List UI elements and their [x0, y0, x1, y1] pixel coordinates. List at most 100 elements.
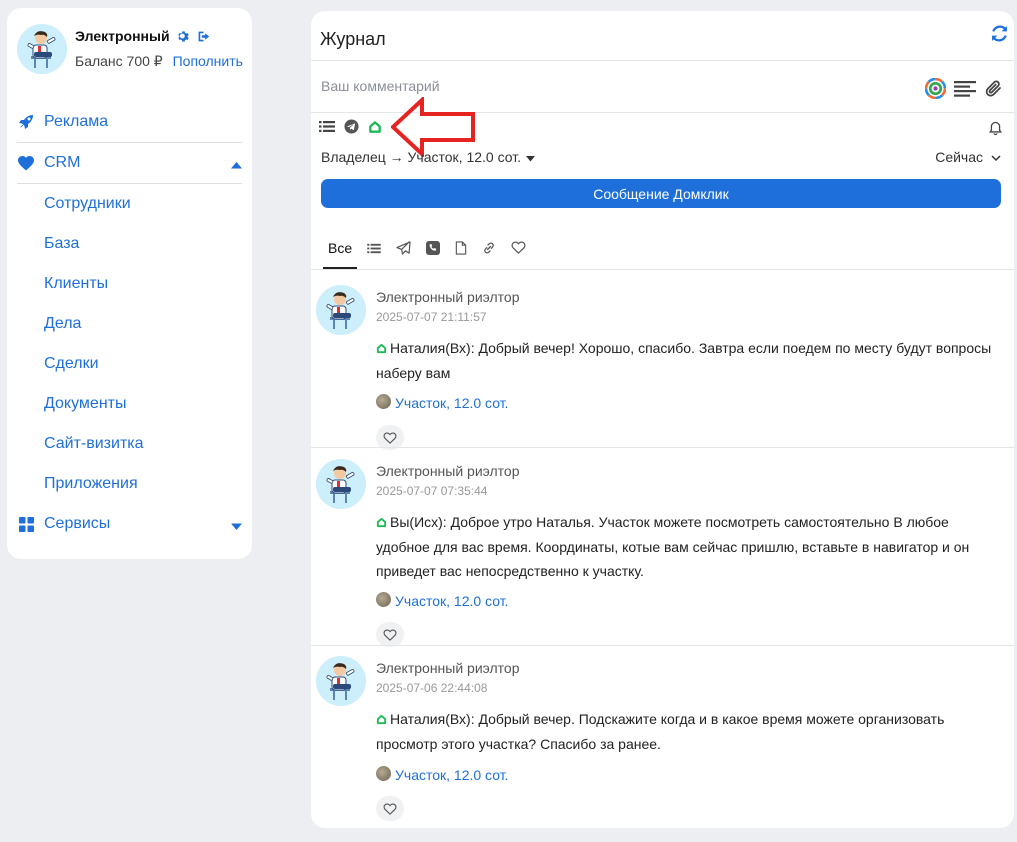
profile-name: Электронный: [75, 28, 170, 44]
list-icon[interactable]: [319, 120, 335, 138]
chatgpt-icon[interactable]: [924, 77, 947, 104]
time-label: Сейчас: [935, 149, 983, 165]
sidebar: Электронный Баланс 700 ₽ Пополнить Рекла…: [7, 8, 252, 559]
divider: [17, 183, 242, 184]
list-icon: [367, 241, 381, 257]
sidebar-item-employees[interactable]: Сотрудники: [44, 195, 131, 217]
heart-outline-icon: [383, 802, 397, 815]
tab-messages[interactable]: [391, 229, 416, 269]
caret-down-icon: [525, 149, 535, 165]
tab-all[interactable]: Все: [323, 229, 358, 269]
bell-icon[interactable]: [989, 121, 1002, 141]
telegram-icon[interactable]: [344, 119, 359, 139]
domclick-icon: [376, 337, 387, 361]
object-link-label: Участок, 12.0 сот.: [395, 395, 509, 411]
heart-icon: [17, 154, 35, 172]
domclick-icon: [376, 708, 387, 732]
avatar: [316, 285, 366, 335]
comment-tools: [924, 77, 1004, 104]
entry-author: Электронный риэлтор: [376, 289, 520, 305]
domclick-icon[interactable]: [368, 120, 382, 139]
link-icon: [482, 241, 496, 258]
entry-object-link[interactable]: Участок, 12.0 сот.: [376, 393, 509, 411]
text-align-icon[interactable]: [954, 80, 976, 103]
refresh-icon[interactable]: [991, 25, 1008, 47]
chevron-down-icon: [991, 149, 1001, 165]
time-selector[interactable]: Сейчас: [935, 149, 1001, 165]
journal-entry: Электронный риэлтор 2025-07-07 21:11:57 …: [311, 285, 1014, 450]
chevron-down-icon: [231, 517, 242, 535]
heart-outline-icon: [383, 628, 397, 641]
filter-tabs: Все: [323, 229, 536, 269]
sidebar-item-documents[interactable]: Документы: [44, 395, 126, 417]
entry-message: Наталия(Вх): Добрый вечер! Хорошо, спаси…: [376, 336, 1006, 385]
file-icon: [455, 240, 467, 258]
tab-calls[interactable]: [421, 229, 445, 269]
sidebar-item-apps[interactable]: Приложения: [44, 475, 138, 497]
sidebar-item-base[interactable]: База: [44, 235, 79, 257]
entry-object-link[interactable]: Участок, 12.0 сот.: [376, 591, 509, 609]
like-button[interactable]: [376, 622, 404, 647]
tab-links[interactable]: [477, 229, 501, 269]
object-link-label: Участок, 12.0 сот.: [395, 593, 509, 609]
sidebar-item-ads[interactable]: Реклама: [17, 102, 242, 142]
divider: [311, 447, 1014, 448]
divider: [311, 645, 1014, 646]
paper-plane-icon: [396, 240, 411, 258]
rocket-icon: [17, 113, 35, 131]
gear-icon[interactable]: [177, 30, 190, 43]
tab-list[interactable]: [362, 229, 386, 269]
route-selector[interactable]: Владелец → Участок, 12.0 сот.: [321, 149, 535, 165]
entry-author: Электронный риэлтор: [376, 660, 520, 676]
avatar: [316, 656, 366, 706]
entry-message-text: Наталия(Вх): Добрый вечер! Хорошо, спаси…: [376, 340, 992, 381]
logout-icon[interactable]: [197, 30, 210, 43]
entry-message: Вы(Исх): Доброе утро Наталья. Участок мо…: [376, 510, 1006, 583]
comment-input[interactable]: Ваш комментарий: [321, 78, 440, 94]
domclick-icon: [376, 511, 387, 535]
sidebar-item-crm[interactable]: CRM: [17, 143, 242, 183]
sidebar-item-tasks[interactable]: Дела: [44, 315, 81, 337]
sidebar-item-label: CRM: [44, 154, 81, 171]
sidebar-item-clients[interactable]: Клиенты: [44, 275, 108, 297]
balance: Баланс 700 ₽: [75, 53, 163, 69]
journal-panel: Журнал Ваш комментарий Владелец → Участо…: [311, 11, 1014, 828]
entry-time: 2025-07-06 22:44:08: [376, 681, 488, 695]
send-domclick-button[interactable]: Сообщение Домклик: [321, 179, 1001, 208]
sidebar-item-label: Реклама: [44, 113, 109, 130]
entry-message-text: Наталия(Вх): Добрый вечер. Подскажите ко…: [376, 711, 945, 752]
sidebar-item-website[interactable]: Сайт-визитка: [44, 435, 144, 457]
journal-entry: Электронный риэлтор 2025-07-06 22:44:08 …: [311, 656, 1014, 826]
paperclip-icon[interactable]: [984, 79, 1004, 104]
object-thumbnail: [376, 765, 391, 781]
heart-outline-icon: [383, 431, 397, 444]
annotation-arrow-icon: [391, 97, 475, 157]
entry-message-text: Вы(Исх): Доброе утро Наталья. Участок мо…: [376, 514, 970, 579]
page-title: Журнал: [320, 29, 386, 49]
phone-icon: [426, 240, 441, 258]
tab-favorites[interactable]: [506, 229, 531, 269]
tab-documents[interactable]: [450, 229, 472, 269]
grid-icon: [17, 515, 35, 533]
journal-entry: Электронный риэлтор 2025-07-07 07:35:44 …: [311, 459, 1014, 647]
entry-object-link[interactable]: Участок, 12.0 сот.: [376, 765, 509, 783]
avatar[interactable]: [17, 24, 67, 74]
topup-link[interactable]: Пополнить: [173, 53, 243, 69]
profile-card: Электронный Баланс 700 ₽ Пополнить: [17, 22, 247, 82]
entry-time: 2025-07-07 21:11:57: [376, 310, 487, 324]
route-label: Владелец → Участок, 12.0 сот.: [321, 149, 521, 165]
object-link-label: Участок, 12.0 сот.: [395, 767, 509, 783]
channel-selector: [319, 119, 382, 139]
sidebar-item-services[interactable]: Сервисы: [17, 504, 242, 544]
entry-message: Наталия(Вх): Добрый вечер. Подскажите ко…: [376, 707, 1006, 756]
heart-outline-icon: [511, 241, 526, 257]
entry-time: 2025-07-07 07:35:44: [376, 484, 488, 498]
chevron-up-icon: [231, 156, 242, 174]
like-button[interactable]: [376, 796, 404, 821]
sidebar-item-label: Сервисы: [44, 515, 111, 532]
object-thumbnail: [376, 591, 391, 607]
sidebar-item-deals[interactable]: Сделки: [44, 355, 99, 377]
divider: [311, 60, 1014, 61]
avatar: [316, 459, 366, 509]
object-thumbnail: [376, 393, 391, 409]
